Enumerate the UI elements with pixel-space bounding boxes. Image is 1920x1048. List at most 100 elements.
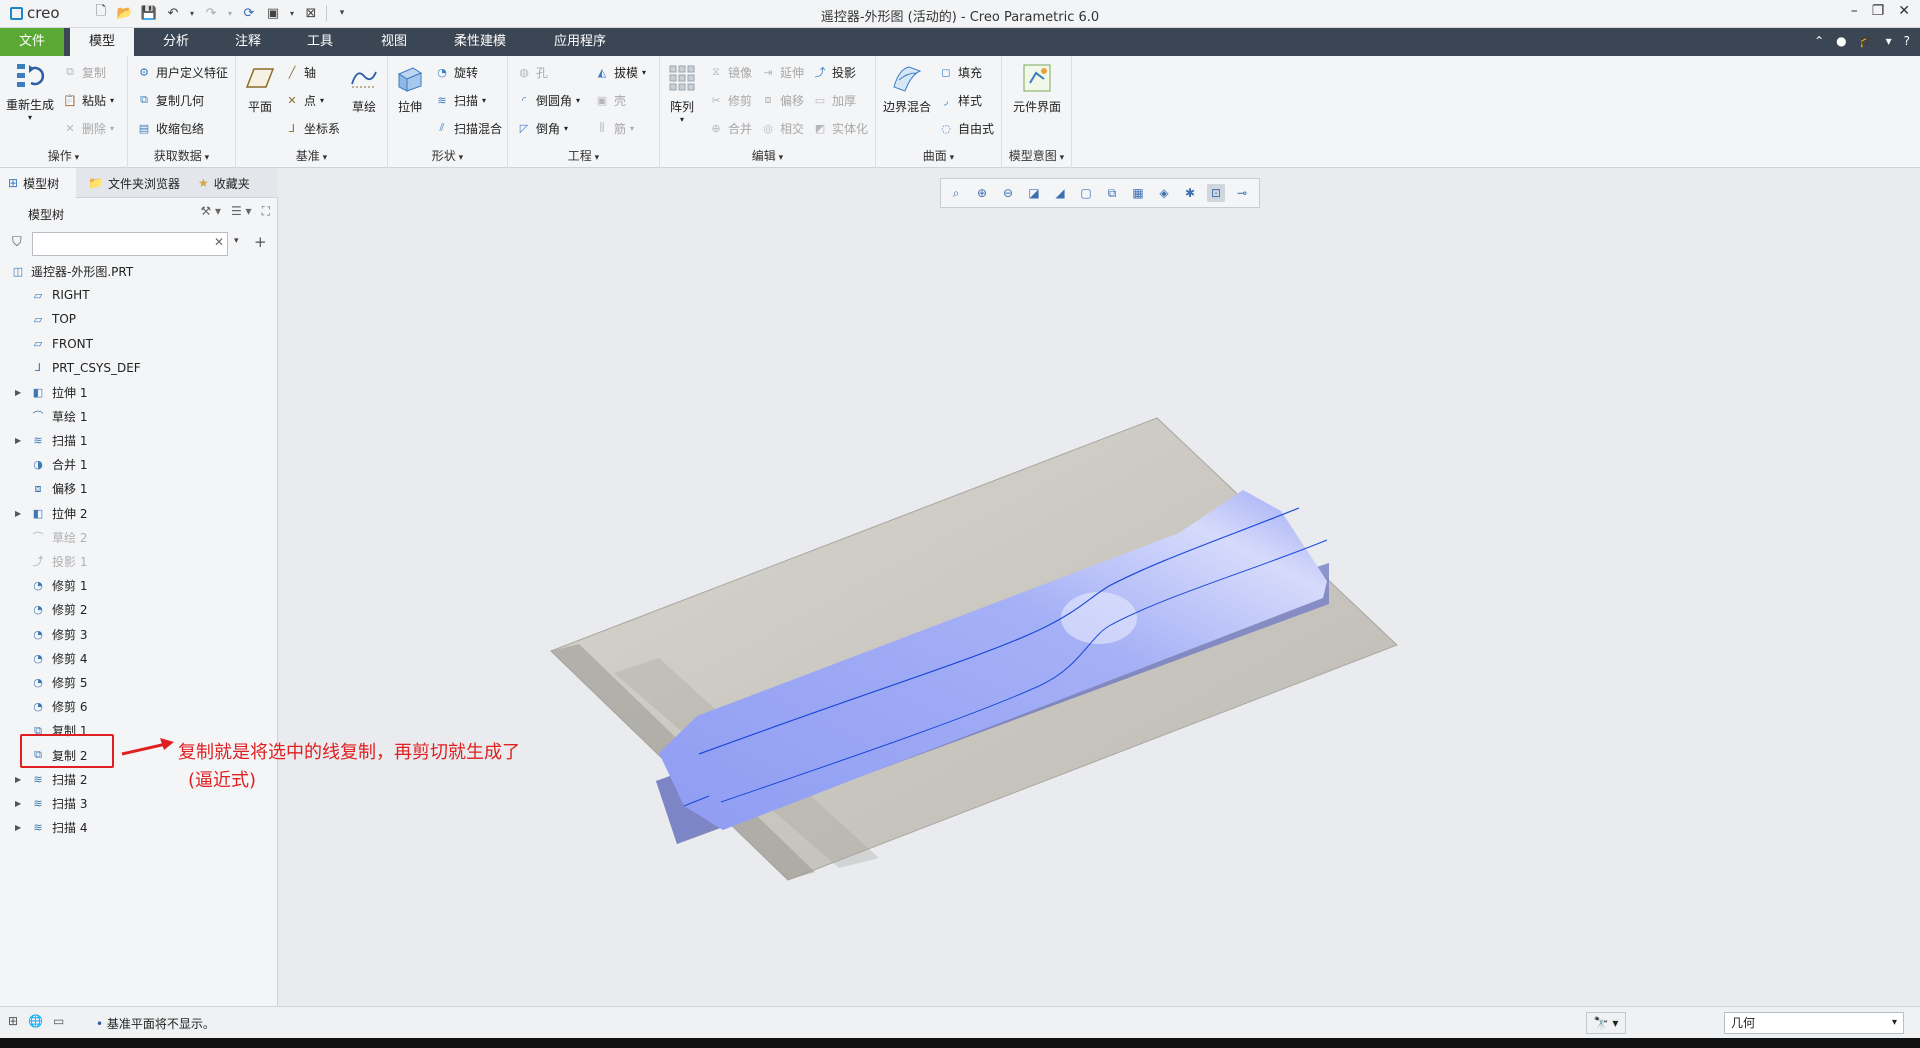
sweep-button[interactable]: ≋ 扫描 ▾ (434, 90, 486, 110)
merge-button[interactable]: ⊕ 合并 (708, 118, 752, 138)
extend-button[interactable]: ⇥ 延伸 (760, 62, 804, 82)
tab-view[interactable]: 视图 (362, 28, 426, 56)
tab-favorites[interactable]: ★ 收藏夹 (190, 168, 276, 198)
shell-button[interactable]: ▣ 壳 (594, 90, 626, 110)
style-button[interactable]: ◞ 样式 (938, 90, 982, 110)
round-dropdown-icon[interactable]: ▾ (576, 96, 580, 105)
view-manager-icon[interactable]: ▦ (1129, 184, 1147, 202)
round-button[interactable]: ◜ 倒圆角 ▾ (516, 90, 580, 110)
point-dropdown-icon[interactable]: ▾ (320, 96, 324, 105)
datum-display-filters-icon[interactable]: ✱ (1181, 184, 1199, 202)
expand-arrow-icon[interactable]: ▶ (15, 799, 21, 808)
expand-arrow-icon[interactable]: ▶ (15, 436, 21, 445)
delete-button[interactable]: ✕ 删除 ▾ (62, 118, 114, 138)
tree-node[interactable]: ▶ ◧ 拉伸 2 (0, 502, 278, 524)
section-icon[interactable]: ◈ (1155, 184, 1173, 202)
tab-folder-browser[interactable]: 📁 文件夹浏览器 (80, 168, 190, 198)
tree-node[interactable]: ▱ TOP (0, 308, 278, 330)
copy-geometry-button[interactable]: ⧉ 复制几何 (136, 90, 204, 110)
tree-node[interactable]: ⌒ 草绘 2 (0, 526, 278, 548)
pattern-dropdown-icon[interactable]: ▾ (680, 115, 684, 124)
help-icon[interactable]: ? (1904, 34, 1910, 48)
restore-icon[interactable]: ❐ (1872, 3, 1885, 19)
group-label-operations[interactable]: 操作 (0, 147, 127, 164)
display-style-icon[interactable]: ▢ (1077, 184, 1095, 202)
mirror-button[interactable]: ⧖ 镜像 (708, 62, 752, 82)
expand-arrow-icon[interactable]: ▶ (15, 509, 21, 518)
close-icon[interactable]: ✕ (1898, 3, 1910, 19)
solidify-button[interactable]: ◩ 实体化 (812, 118, 868, 138)
chamfer-button[interactable]: ◸ 倒角 ▾ (516, 118, 568, 138)
group-label-datum[interactable]: 基准 (236, 147, 387, 164)
tab-tools[interactable]: 工具 (288, 28, 352, 56)
refit-icon[interactable]: ⌕ (947, 184, 965, 202)
tree-node[interactable]: ▶ ◧ 拉伸 1 (0, 381, 278, 403)
fill-button[interactable]: ◻ 填充 (938, 62, 982, 82)
tree-node[interactable]: ⤴ 投影 1 (0, 550, 278, 572)
component-interface-button[interactable]: 元件界面 (1008, 62, 1066, 115)
find-button[interactable]: 🔭 ▾ (1586, 1012, 1626, 1034)
offset-button[interactable]: ⧈ 偏移 (760, 90, 805, 110)
tree-node[interactable]: ▶ ≋ 扫描 1 (0, 429, 278, 451)
sketch-button[interactable]: 草绘 (344, 62, 384, 115)
boundary-blend-button[interactable]: 边界混合 (882, 62, 932, 115)
tree-filters-icon[interactable]: ⛶ (262, 204, 270, 219)
plane-button[interactable]: 平面 (242, 62, 278, 115)
group-label-model-intent[interactable]: 模型意图 (1002, 147, 1071, 164)
tree-node[interactable]: ◫ 遥控器-外形图.PRT (0, 260, 278, 282)
trim-button[interactable]: ✂ 修剪 (708, 90, 752, 110)
tree-node[interactable]: ▶ ≋ 扫描 3 (0, 792, 278, 814)
annotation-display-icon[interactable]: ⊡ (1207, 184, 1225, 202)
tree-node[interactable]: ▱ RIGHT (0, 284, 278, 306)
repaint-icon[interactable]: ◪ (1025, 184, 1043, 202)
zoom-in-icon[interactable]: ⊕ (973, 184, 991, 202)
collapse-ribbon-icon[interactable]: ⌃ (1814, 34, 1824, 48)
settings-icon[interactable]: ⚒ ▾ (200, 204, 221, 219)
add-icon[interactable]: + (254, 233, 267, 251)
draft-dropdown-icon[interactable]: ▾ (642, 68, 646, 77)
expand-arrow-icon[interactable]: ▶ (15, 388, 21, 397)
group-label-get-data[interactable]: 获取数据 (128, 147, 235, 164)
zoom-out-icon[interactable]: ⊖ (999, 184, 1017, 202)
user-icon[interactable]: ● (1836, 34, 1846, 48)
show-icon[interactable]: ☰ ▾ (231, 204, 252, 219)
options-dropdown-icon[interactable]: ▾ (1886, 34, 1892, 48)
swept-blend-button[interactable]: ⫽ 扫描混合 (434, 118, 502, 138)
group-label-surfaces[interactable]: 曲面 (876, 147, 1001, 164)
revolve-button[interactable]: ◔ 旋转 (434, 62, 478, 82)
udf-button[interactable]: ⚙ 用户定义特征 (136, 62, 228, 82)
tree-node[interactable]: ⧈ 偏移 1 (0, 478, 278, 500)
extrude-button[interactable]: 拉伸 (392, 62, 428, 115)
graphics-window[interactable]: ⌕ ⊕ ⊖ ◪ ◢ ▢ ⧉ ▦ ◈ ✱ ⊡ ⊸ (279, 168, 1920, 1006)
perspective-view-icon[interactable]: ◢ (1051, 184, 1069, 202)
project-button[interactable]: ⤴ 投影 (812, 62, 857, 82)
tree-node[interactable]: ⌒ 草绘 1 (0, 405, 278, 427)
expand-arrow-icon[interactable]: ▶ (15, 775, 21, 784)
model-tree-search-input[interactable] (32, 232, 228, 256)
tab-model[interactable]: 模型 (70, 28, 134, 56)
point-button[interactable]: ✕ 点 ▾ (284, 90, 324, 110)
tab-applications[interactable]: 应用程序 (540, 28, 620, 56)
group-label-engineering[interactable]: 工程 (508, 147, 659, 164)
tree-node[interactable]: ◔ 修剪 5 (0, 671, 278, 693)
chamfer-dropdown-icon[interactable]: ▾ (564, 124, 568, 133)
tree-node[interactable]: ◑ 合并 1 (0, 454, 278, 476)
clear-search-icon[interactable]: ✕ (214, 235, 224, 249)
tree-node[interactable]: ◔ 修剪 6 (0, 696, 278, 718)
axis-button[interactable]: ╱ 轴 (284, 62, 316, 82)
tab-flexible-modeling[interactable]: 柔性建模 (444, 28, 516, 56)
tree-node[interactable]: ◔ 修剪 1 (0, 575, 278, 597)
tab-analysis[interactable]: 分析 (144, 28, 208, 56)
copy-button[interactable]: ⧉ 复制 (62, 62, 106, 82)
tab-annotate[interactable]: 注释 (216, 28, 280, 56)
navigator-toggle-icon[interactable]: ⊞ (8, 1014, 18, 1028)
learning-icon[interactable]: 🎓 (1859, 34, 1874, 48)
shrinkwrap-button[interactable]: ▤ 收缩包络 (136, 118, 204, 138)
full-screen-icon[interactable]: ▭ (53, 1014, 64, 1028)
search-dropdown-icon[interactable]: ▾ (234, 236, 239, 246)
regenerate-button[interactable]: 重新生成 ▾ (6, 60, 54, 122)
expand-arrow-icon[interactable]: ▶ (15, 823, 21, 832)
sweep-dropdown-icon[interactable]: ▾ (482, 96, 486, 105)
group-label-shapes[interactable]: 形状 (388, 147, 507, 164)
draft-button[interactable]: ◭ 拔模 ▾ (594, 62, 646, 82)
